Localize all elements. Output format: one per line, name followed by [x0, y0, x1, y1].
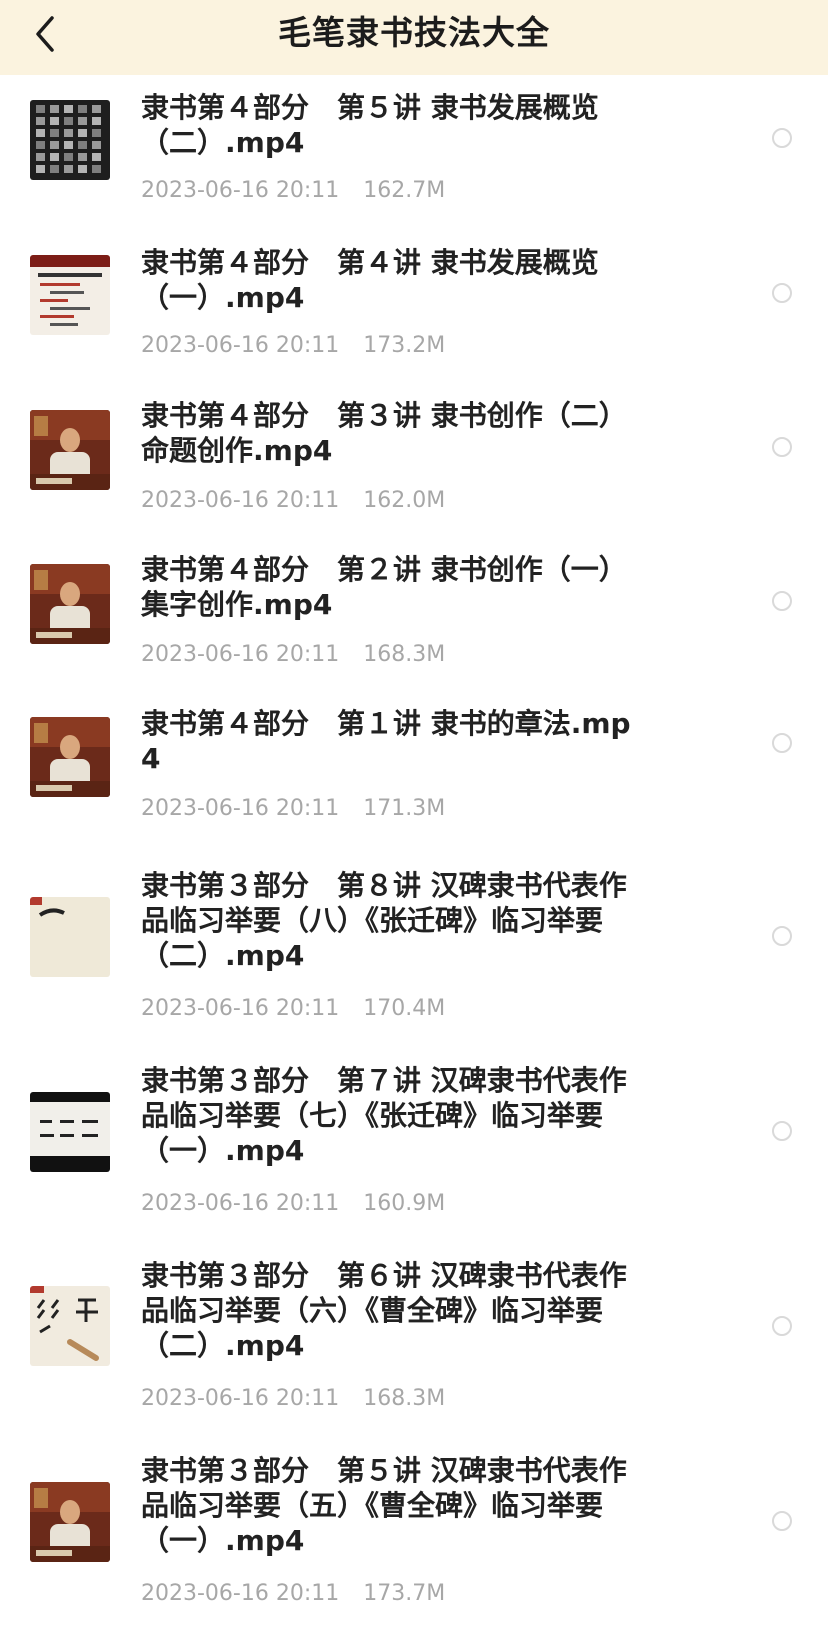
- chevron-left-icon: [36, 16, 54, 52]
- file-size: 160.9M: [363, 1191, 446, 1216]
- select-radio[interactable]: [772, 1121, 792, 1141]
- select-radio[interactable]: [772, 591, 792, 611]
- file-date: 2023-06-16 20:11: [141, 642, 340, 667]
- file-size: 173.2M: [363, 333, 446, 358]
- top-bar: 毛笔隶书技法大全: [0, 0, 828, 75]
- video-thumbnail: [30, 1482, 110, 1562]
- file-name: 隶书第４部分 第３讲 隶书创作（二）命题创作.mp4: [141, 399, 627, 467]
- file-meta: 2023-06-16 20:11 173.2M: [141, 333, 445, 358]
- file-meta: 2023-06-16 20:11 171.3M: [141, 796, 445, 821]
- file-name: 隶书第４部分 第２讲 隶书创作（一）集字创作.mp4: [141, 553, 627, 621]
- file-meta: 2023-06-16 20:11 173.7M: [141, 1581, 445, 1606]
- file-meta: 2023-06-16 20:11 168.3M: [141, 1386, 445, 1411]
- file-date: 2023-06-16 20:11: [141, 1581, 340, 1606]
- file-name: 隶书第３部分 第８讲 汉碑隶书代表作品临习举要（八）《张迁碑》临习举要（二）.m…: [141, 869, 627, 972]
- back-button[interactable]: [28, 12, 68, 56]
- file-size: 173.7M: [363, 1581, 446, 1606]
- file-meta: 2023-06-16 20:11 162.0M: [141, 488, 445, 513]
- file-date: 2023-06-16 20:11: [141, 333, 340, 358]
- file-date: 2023-06-16 20:11: [141, 1386, 340, 1411]
- select-radio[interactable]: [772, 1511, 792, 1531]
- file-date: 2023-06-16 20:11: [141, 1191, 340, 1216]
- file-meta: 2023-06-16 20:11 160.9M: [141, 1191, 445, 1216]
- video-thumbnail: [30, 717, 110, 797]
- video-thumbnail: [30, 255, 110, 335]
- file-size: 162.0M: [363, 488, 446, 513]
- select-radio[interactable]: [772, 733, 792, 753]
- select-radio[interactable]: [772, 437, 792, 457]
- file-date: 2023-06-16 20:11: [141, 488, 340, 513]
- select-radio[interactable]: [772, 1316, 792, 1336]
- file-meta: 2023-06-16 20:11 170.4M: [141, 996, 445, 1021]
- file-size: 168.3M: [363, 642, 446, 667]
- file-size: 168.3M: [363, 1386, 446, 1411]
- file-date: 2023-06-16 20:11: [141, 178, 340, 203]
- video-thumbnail: [30, 100, 110, 180]
- file-name: 隶书第３部分 第７讲 汉碑隶书代表作品临习举要（七）《张迁碑》临习举要（一）.m…: [141, 1064, 627, 1167]
- video-thumbnail: [30, 897, 110, 977]
- video-thumbnail: [30, 564, 110, 644]
- file-name: 隶书第４部分 第５讲 隶书发展概览（二）.mp4: [141, 91, 599, 159]
- select-radio[interactable]: [772, 283, 792, 303]
- video-thumbnail: [30, 1286, 110, 1366]
- file-date: 2023-06-16 20:11: [141, 996, 340, 1021]
- select-radio[interactable]: [772, 926, 792, 946]
- select-radio[interactable]: [772, 128, 792, 148]
- file-size: 170.4M: [363, 996, 446, 1021]
- page-title: 毛笔隶书技法大全: [278, 13, 550, 52]
- video-thumbnail: [30, 1092, 110, 1172]
- video-thumbnail: [30, 410, 110, 490]
- file-meta: 2023-06-16 20:11 162.7M: [141, 178, 445, 203]
- file-meta: 2023-06-16 20:11 168.3M: [141, 642, 445, 667]
- file-size: 171.3M: [363, 796, 446, 821]
- file-name: 隶书第４部分 第４讲 隶书发展概览（一）.mp4: [141, 246, 599, 314]
- file-size: 162.7M: [363, 178, 446, 203]
- file-date: 2023-06-16 20:11: [141, 796, 340, 821]
- file-name: 隶书第３部分 第５讲 汉碑隶书代表作品临习举要（五）《曹全碑》临习举要（一）.m…: [141, 1454, 627, 1557]
- file-name: 隶书第４部分 第１讲 隶书的章法.mp4: [141, 707, 631, 775]
- file-name: 隶书第３部分 第６讲 汉碑隶书代表作品临习举要（六）《曹全碑》临习举要（二）.m…: [141, 1259, 627, 1362]
